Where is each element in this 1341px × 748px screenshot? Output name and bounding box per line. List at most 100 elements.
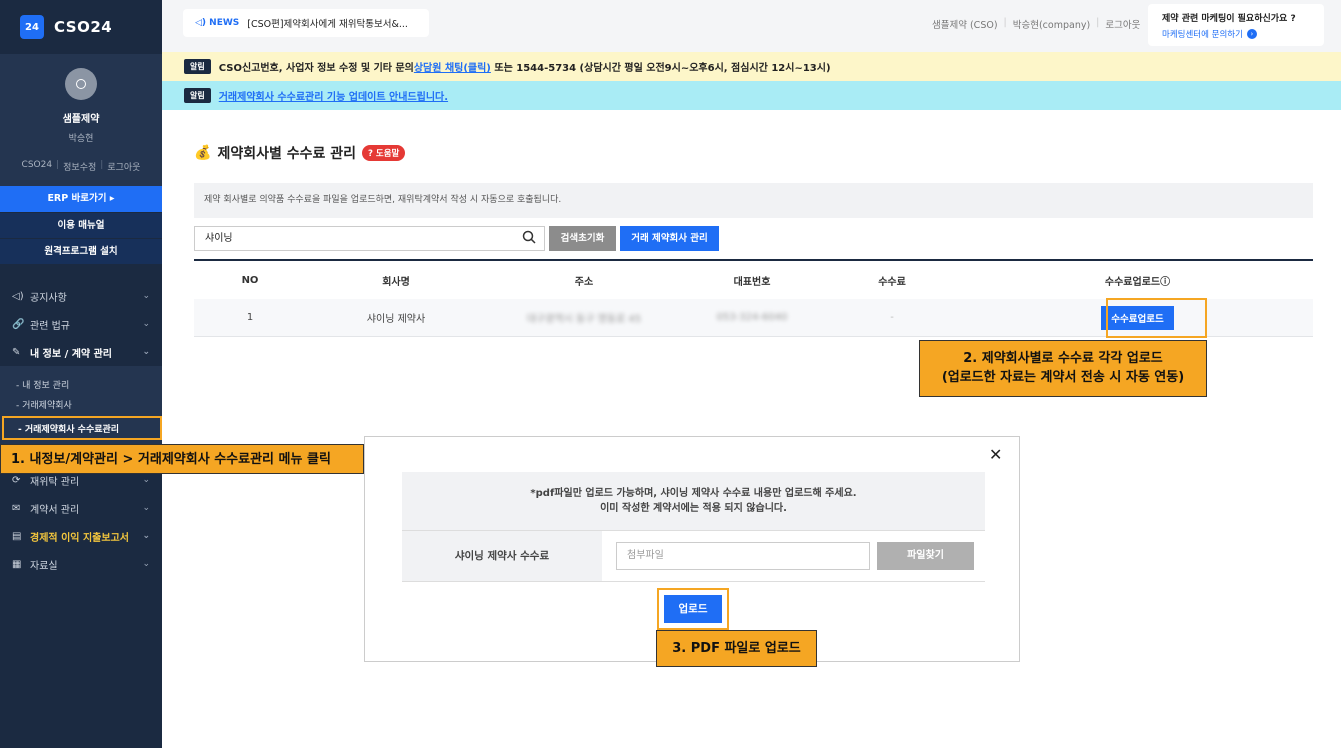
archive-icon: ▦: [12, 558, 22, 570]
column-header-name: 회사명: [382, 276, 410, 288]
profile-link-cso24[interactable]: CSO24: [22, 160, 53, 173]
search-icon[interactable]: [522, 230, 536, 244]
modal-note: *pdf파일만 업로드 가능하며, 샤이닝 제약사 수수료 내용만 업로드해 주…: [402, 472, 985, 530]
alert-bar-update: 알림 거래제약회사 수수료관리 기능 업데이트 안내드립니다.: [162, 81, 1341, 110]
highlight-upload: [1106, 298, 1207, 338]
file-input[interactable]: 첨부파일: [616, 542, 870, 570]
top-link-logout[interactable]: 로그아웃: [1105, 17, 1140, 31]
upload-modal: ✕ *pdf파일만 업로드 가능하며, 샤이닝 제약사 수수료 내용만 업로드해…: [364, 436, 1020, 662]
chevron-down-icon: ⌄: [142, 531, 150, 541]
find-file-button[interactable]: 파일찾기: [877, 542, 974, 570]
promo-link-label: 마케팅센터에 문의하기: [1162, 30, 1243, 40]
sidebar: 24 CSO24 샘플제약 박승현 CSO24 | 정보수정 | 로그아웃 ER…: [0, 0, 162, 748]
help-button[interactable]: ? 도움말: [362, 145, 406, 161]
chevron-down-icon: ⌄: [142, 291, 150, 301]
chat-link[interactable]: 상담원 채팅(클릭): [414, 59, 491, 74]
divider: |: [1003, 17, 1007, 28]
sidebar-item-notice[interactable]: ◁) 공지사항 ⌄: [0, 282, 162, 310]
alert-text-post: 또는 1544-5734 (상담시간 평일 오전9시~오후6시, 점심시간 12…: [490, 63, 831, 74]
search-input[interactable]: 샤이닝: [194, 226, 545, 251]
promo-box[interactable]: 제약 관련 마케팅이 필요하신가요 ? 마케팅센터에 문의하기 ›: [1148, 4, 1324, 46]
top-links: 샘플제약 (CSO) | 박승현(company) | 로그아웃: [932, 17, 1140, 31]
sidebar-item-my-info[interactable]: ✎ 내 정보 / 계약 관리 ⌄: [0, 338, 162, 366]
column-header-address: 주소: [574, 276, 594, 288]
profile-name: 샘플제약: [62, 114, 100, 125]
top-link-user[interactable]: 박승현(company): [1013, 17, 1090, 31]
callout-step-2: 2. 제약회사별로 수수료 각각 업로드 (업로드한 자료는 계약서 전송 시 …: [919, 340, 1207, 397]
manage-pharma-button[interactable]: 거래 제약회사 관리: [620, 226, 719, 251]
sub-item-pharma-fee[interactable]: - 거래제약회사 수수료관리: [2, 416, 162, 440]
logo-text: CSO24: [54, 18, 113, 36]
reset-search-button[interactable]: 검색초기화: [549, 226, 616, 251]
alert-bar-contact: 알림 CSO신고번호, 사업자 정보 수정 및 기타 문의 상담원 채팅(클릭)…: [162, 52, 1341, 81]
sidebar-menu: ◁) 공지사항 ⌄ 🔗 관련 법규 ⌄ ✎ 내 정보 / 계약 관리 ⌄ - 내…: [0, 282, 162, 578]
table-header: NO 회사명 주소 대표번호 수수료 수수료업로드ⓘ: [194, 259, 1313, 299]
document-icon: ▤: [12, 530, 22, 542]
alert-badge: 알림: [184, 59, 211, 74]
cell-phone: 053-324-6040: [716, 312, 788, 323]
manual-button[interactable]: 이용 매뉴얼: [0, 212, 162, 238]
sidebar-item-archive[interactable]: ▦ 자료실 ⌄: [0, 550, 162, 578]
sidebar-item-label: 관련 법규: [30, 320, 70, 332]
news-box[interactable]: ◁) NEWS [CSO편]제약회사에게 재위탁통보서&...: [183, 9, 429, 37]
sub-item-my-info[interactable]: - 내 정보 관리: [0, 374, 162, 394]
mail-icon: ✉: [12, 502, 21, 514]
update-notice-link[interactable]: 거래제약회사 수수료관리 기능 업데이트 안내드립니다.: [219, 88, 448, 103]
erp-button[interactable]: ERP 바로가기 ▸: [0, 186, 162, 212]
alert-badge: 알림: [184, 88, 211, 103]
sidebar-item-label: 계약서 관리: [30, 504, 80, 516]
upload-button[interactable]: 업로드: [664, 595, 722, 623]
modal-file-row: 샤이닝 제약사 수수료 첨부파일 파일찾기: [402, 530, 985, 582]
cell-fee: -: [890, 312, 894, 323]
sidebar-item-label: 내 정보 / 계약 관리: [30, 348, 112, 360]
callout-step-1: 1. 내정보/계약관리 > 거래제약회사 수수료관리 메뉴 클릭: [0, 444, 364, 474]
money-bag-icon: 💰: [194, 145, 212, 161]
logo[interactable]: 24 CSO24: [0, 0, 162, 54]
divider: |: [100, 160, 104, 170]
top-link-company[interactable]: 샘플제약 (CSO): [932, 17, 998, 31]
column-header-phone: 대표번호: [733, 276, 771, 288]
chevron-down-icon: ⌄: [142, 475, 150, 485]
cell-no: 1: [246, 312, 254, 323]
sub-menu: - 내 정보 관리 - 거래제약회사 - 거래제약회사 수수료관리: [0, 366, 162, 444]
sidebar-item-report[interactable]: ▤ 경제적 이익 지출보고서 ⌄: [0, 522, 162, 550]
divider: |: [1096, 17, 1100, 28]
refresh-icon: ⟳: [12, 474, 21, 486]
callout-2-line-1: 2. 제약회사별로 수수료 각각 업로드: [963, 351, 1163, 366]
sidebar-item-label: 자료실: [30, 560, 58, 572]
close-icon[interactable]: ✕: [989, 445, 1002, 464]
modal-note-line-1: *pdf파일만 업로드 가능하며, 샤이닝 제약사 수수료 내용만 업로드해 주…: [530, 488, 857, 499]
chevron-down-icon: ⌄: [142, 319, 150, 329]
remote-install-button[interactable]: 원격프로그램 설치: [0, 238, 162, 264]
page-title-text: 제약회사별 수수료 관리: [217, 146, 356, 162]
pencil-icon: ✎: [12, 346, 21, 358]
sidebar-item-contract[interactable]: ✉ 계약서 관리 ⌄: [0, 494, 162, 522]
callout-2-line-2: (업로드한 자료는 계약서 전송 시 자동 연동): [941, 370, 1185, 385]
callout-step-3: 3. PDF 파일로 업로드: [656, 630, 817, 667]
user-icon: [76, 79, 86, 89]
logo-badge: 24: [20, 15, 44, 39]
modal-label: 샤이닝 제약사 수수료: [402, 531, 602, 581]
news-tag: ◁) NEWS: [195, 18, 240, 28]
profile-link-edit[interactable]: 정보수정: [63, 160, 96, 173]
sub-item-pharma[interactable]: - 거래제약회사: [0, 394, 162, 414]
divider: |: [56, 160, 60, 170]
avatar: [65, 68, 97, 100]
column-header-fee: 수수료: [878, 276, 906, 288]
column-header-no: NO: [241, 274, 259, 286]
sidebar-item-law[interactable]: 🔗 관련 법규 ⌄: [0, 310, 162, 338]
promo-link[interactable]: 마케팅센터에 문의하기 ›: [1162, 28, 1310, 40]
arrow-right-icon: ›: [1246, 29, 1257, 39]
news-text[interactable]: [CSO편]제약회사에게 재위탁통보서&...: [247, 16, 408, 30]
cell-name: 샤이닝 제약사: [366, 314, 426, 325]
modal-note-line-2: 이미 작성한 계약서에는 적용 되지 않습니다.: [600, 503, 787, 514]
profile-link-logout[interactable]: 로그아웃: [107, 160, 140, 173]
profile-panel: 샘플제약 박승현 CSO24 | 정보수정 | 로그아웃: [0, 54, 162, 186]
help-label: 도움말: [375, 149, 400, 159]
description-box: 제약 회사별로 의약품 수수료을 파일을 업로드하면, 재위탁계약서 작성 시 …: [194, 183, 1313, 218]
link-icon: 🔗: [12, 318, 25, 330]
sidebar-item-label: 경제적 이익 지출보고서: [30, 532, 129, 544]
alert-text-pre: CSO신고번호, 사업자 정보 수정 및 기타 문의: [218, 63, 414, 74]
speaker-icon: ◁): [12, 290, 24, 302]
highlight-modal-upload: 업로드: [657, 588, 729, 630]
